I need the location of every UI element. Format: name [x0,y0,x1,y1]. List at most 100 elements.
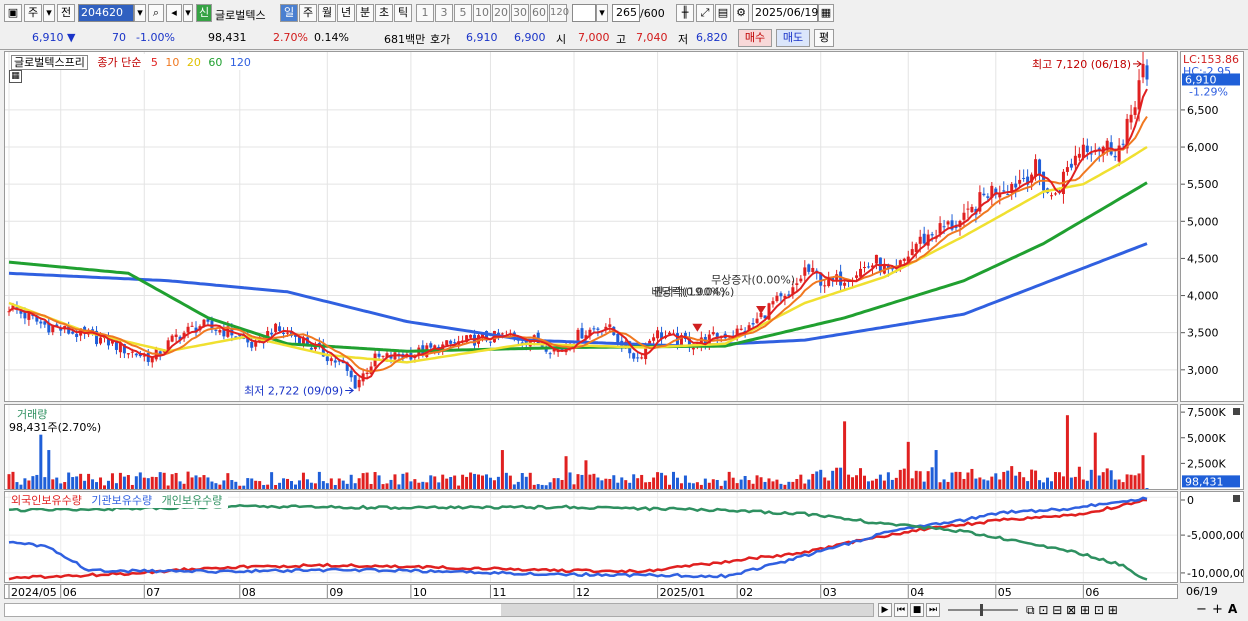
zoom-slider[interactable] [948,604,1018,616]
candle-body [349,370,353,378]
stock-code-input[interactable]: 204620 [78,4,134,22]
volume-bar [158,472,162,489]
speaker-icon[interactable]: ◂ [166,4,182,22]
interval-button-5[interactable]: 5 [454,4,472,22]
volume-bar [994,473,998,489]
volume-bar [588,474,592,489]
market-prefix[interactable]: 전 [57,4,75,22]
volume-bar [986,480,990,489]
volume-bar [138,472,142,489]
volume-bar [313,483,317,489]
interval-dropdown-icon[interactable]: ▾ [596,4,608,22]
candle-body [914,243,918,253]
market-select[interactable]: 주 [24,4,42,22]
volume-bar [866,481,870,489]
candle-body [39,321,43,324]
volume-bar [922,481,926,489]
min-price-label: 최저 2,722 (09/09) [244,384,343,397]
volume-bar [556,478,560,489]
candle-body [134,353,138,356]
candle-body [130,351,134,353]
eval-button[interactable]: 평 [814,29,834,47]
stop-icon[interactable]: ■ [910,603,924,617]
price-axis-label-3: 4,500 [1187,252,1219,265]
volume-bar [500,450,504,489]
interval-button-120[interactable]: 120 [549,4,569,22]
candle-body [353,375,357,389]
volume-bar [652,477,656,489]
candle-body [190,325,194,327]
date-input[interactable]: 2025/06/19 [752,4,818,22]
x-axis-label-2: 07 [146,586,160,598]
scroll-last-icon[interactable]: ⏭ [926,603,940,617]
volume-bar [735,483,739,489]
volume-bar [779,483,783,489]
draw-tool-icon[interactable]: ⤢ [696,4,714,22]
view-icons[interactable]: ⧉ ⊡ ⊟ ⊠ ⊞ ⊡ ⊞ [1026,603,1118,618]
scroll-right-icon[interactable]: ▶ [878,603,892,617]
zoom-slider-handle[interactable] [980,604,983,616]
candle-body [799,278,803,282]
interval-button-20[interactable]: 20 [492,4,510,22]
zoom-in-icon[interactable]: + [1212,602,1223,617]
chart-title: 글로벌텍스프리 [11,55,88,70]
volume-bar [321,481,325,489]
period-tab-1[interactable]: 주 [299,4,317,22]
scroll-track[interactable] [4,603,874,617]
volume-bar [954,471,958,489]
volume-bar [683,475,687,489]
table-icon[interactable]: ▦ [9,70,22,83]
volume-bar [859,468,863,489]
interval-button-30[interactable]: 30 [511,4,529,22]
scroll-thumb[interactable] [501,604,873,616]
candle-body [429,343,433,348]
interval-button-1[interactable]: 1 [416,4,434,22]
bottom-bar: ▶ ⏮ ■ ⏭ ⧉ ⊡ ⊟ ⊠ ⊞ ⊡ ⊞ − + A [0,600,1248,621]
volume-bar [707,482,711,489]
x-axis-label-3: 08 [242,586,256,598]
volume-bar [592,473,596,489]
speaker-dropdown-icon[interactable]: ▾ [183,4,193,22]
period-tab-2[interactable]: 월 [318,4,336,22]
period-tab-0[interactable]: 일 [280,4,298,22]
settings-gear-icon[interactable]: ⚙ [733,4,749,22]
current-price-pct: -1.29% [1189,85,1228,98]
period-tab-3[interactable]: 년 [337,4,355,22]
candle-body [775,295,779,302]
volume-bar [178,481,182,489]
interval-button-10[interactable]: 10 [473,4,491,22]
volume-bar [504,472,508,489]
volume-current-pct: 2.70% [1187,488,1222,489]
zoom-out-icon[interactable]: − [1196,602,1207,617]
period-tab-6[interactable]: 틱 [394,4,412,22]
volume-bar [624,480,628,489]
sell-button[interactable]: 매도 [776,29,810,47]
volume-bar [1133,475,1137,489]
save-icon[interactable]: ▤ [715,4,731,22]
interval-custom-input[interactable] [572,4,596,22]
layout-icon[interactable]: ▣ [4,4,22,22]
candle-body [445,340,449,346]
legend-ma120: 120 [229,56,251,69]
search-icon[interactable]: ⌕ [148,4,164,22]
interval-button-60[interactable]: 60 [530,4,548,22]
code-dropdown-icon[interactable]: ▾ [134,4,146,22]
period-tab-5[interactable]: 초 [375,4,393,22]
buy-button[interactable]: 매수 [738,29,772,47]
font-size-icon[interactable]: A [1228,602,1237,616]
period-tab-4[interactable]: 분 [356,4,374,22]
volume-bar [1022,477,1026,489]
volume-pct: 2.70% [273,31,308,44]
volume-bar [604,478,608,489]
volume-bar [727,471,731,489]
volume-bar [660,472,664,489]
candle-type-icon[interactable]: ╫ [676,4,694,22]
scroll-first-icon[interactable]: ⏮ [894,603,908,617]
volume-bar [974,478,978,489]
interval-button-3[interactable]: 3 [435,4,453,22]
bar-count-input[interactable]: 265 [612,4,640,22]
min-arrow-icon [345,387,355,394]
calendar-icon[interactable]: ▦ [818,4,834,22]
market-dropdown-icon[interactable]: ▾ [43,4,55,22]
candle-body [874,254,878,264]
